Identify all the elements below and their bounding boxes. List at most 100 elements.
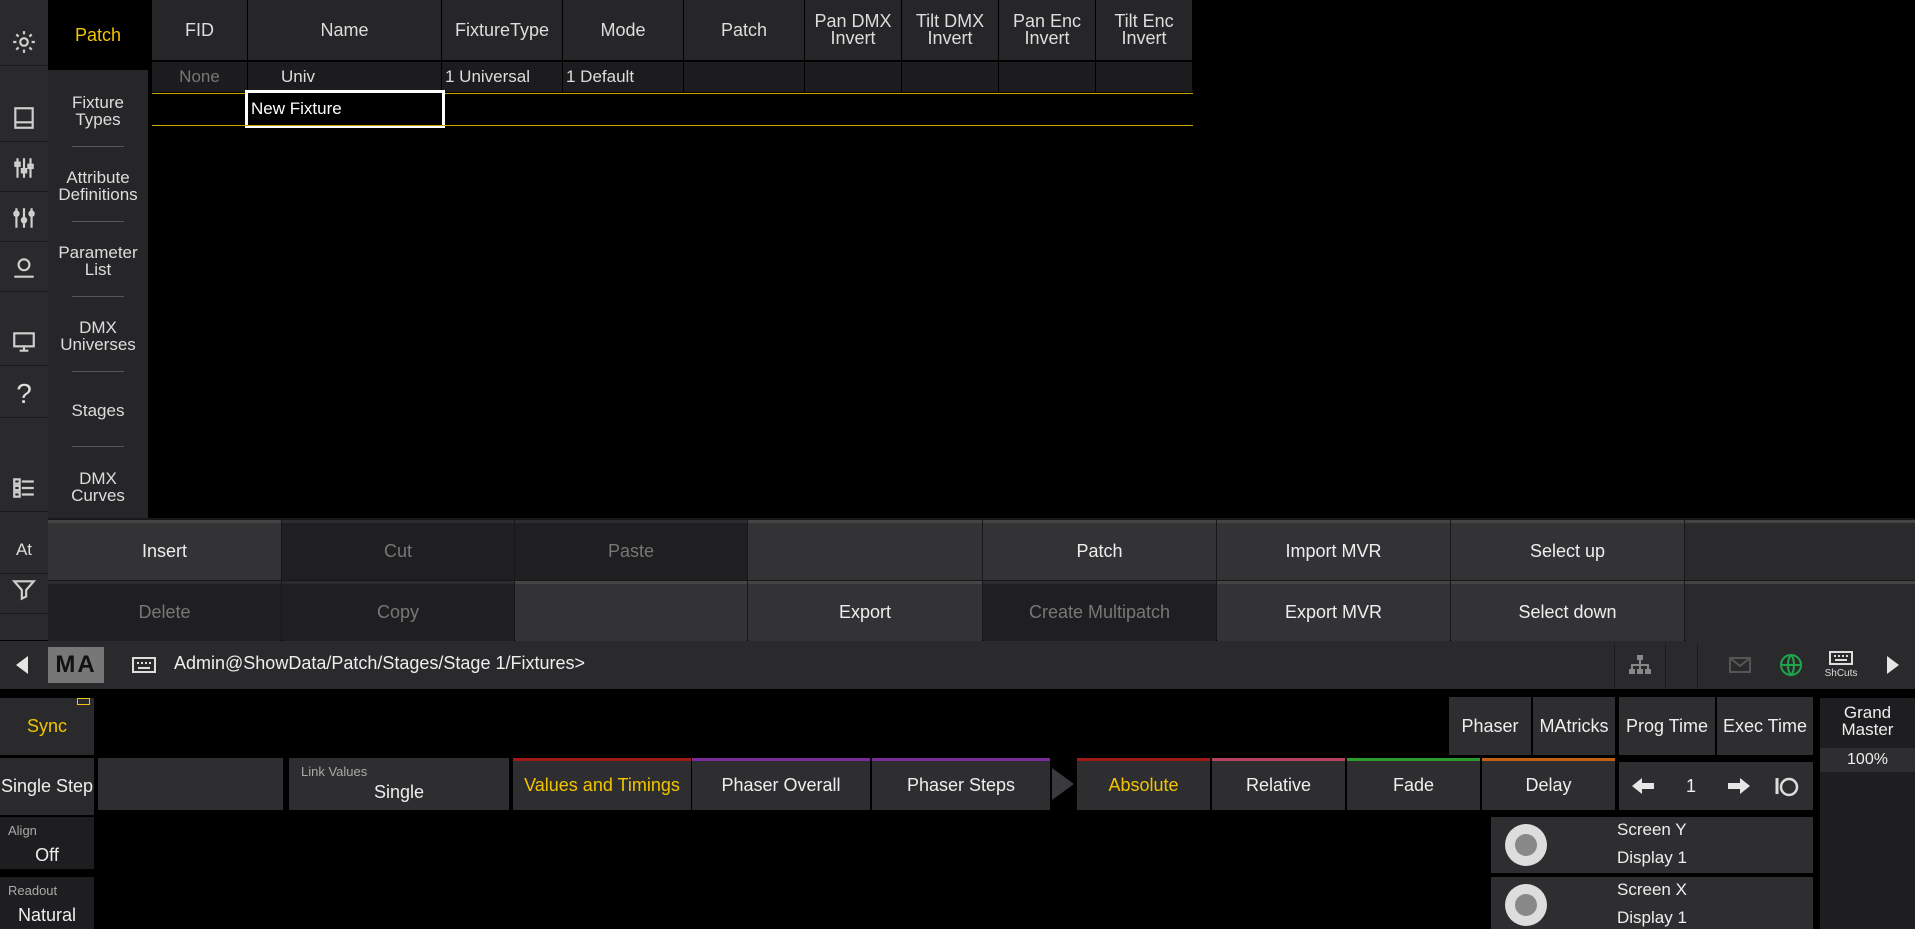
encoder-title: Screen X — [1617, 880, 1687, 899]
column-header-tilt-dmx-invert[interactable]: Tilt DMX Invert — [902, 0, 999, 60]
insert-button[interactable]: Insert — [48, 520, 281, 580]
column-header-mode[interactable]: Mode — [563, 0, 684, 60]
grand-master-fader[interactable]: Grand Master 100% — [1820, 698, 1915, 929]
network-globe-icon[interactable] — [1766, 643, 1816, 687]
delay-tab[interactable]: Delay — [1482, 758, 1615, 810]
empty-command-slot — [1685, 520, 1915, 580]
menu-parameter-list[interactable]: Parameter List — [52, 225, 144, 297]
sync-button[interactable]: Sync — [0, 698, 94, 755]
monitor-icon[interactable] — [0, 318, 48, 366]
cell-tilt-enc-invert[interactable] — [1096, 62, 1193, 92]
cell-tilt-dmx-invert[interactable] — [902, 62, 999, 92]
patch-menu-title[interactable]: Patch — [48, 0, 148, 70]
filter-icon[interactable] — [0, 566, 48, 614]
empty-dropdown[interactable] — [98, 758, 283, 810]
column-header-fid[interactable]: FID — [152, 0, 248, 60]
arrow-separator-icon — [1052, 768, 1074, 800]
import-mvr-button[interactable]: Import MVR — [1217, 520, 1450, 580]
encoder-screen-x[interactable]: Screen X Display 1 — [1491, 877, 1813, 929]
matricks-button[interactable]: MAtricks — [1533, 697, 1615, 755]
ma-logo[interactable]: MA — [48, 647, 104, 683]
menu-divider — [72, 371, 124, 372]
select-up-button[interactable]: Select up — [1451, 520, 1684, 580]
empty-command-button[interactable] — [515, 581, 747, 641]
menu-stages[interactable]: Stages — [52, 374, 144, 446]
shortcuts-button[interactable]: ShCuts — [1816, 643, 1866, 687]
values-and-timings-tab[interactable]: Values and Timings — [513, 758, 691, 810]
message-envelope-icon[interactable] — [1715, 643, 1765, 687]
create-multipatch-button[interactable]: Create Multipatch — [983, 581, 1216, 641]
step-forward-arrow-icon[interactable] — [1717, 765, 1761, 807]
encoder-knob-icon — [1505, 824, 1547, 866]
column-header-name[interactable]: Name — [248, 0, 442, 60]
shortcuts-keyboard-icon — [1829, 651, 1853, 665]
column-header-patch[interactable]: Patch — [684, 0, 805, 60]
phaser-button[interactable]: Phaser — [1449, 697, 1531, 755]
align-control[interactable]: Align Off — [0, 817, 94, 869]
layout-icon[interactable] — [0, 94, 48, 142]
export-button[interactable]: Export — [748, 581, 982, 641]
shortcuts-label: ShCuts — [1824, 668, 1858, 679]
delete-button[interactable]: Delete — [48, 581, 281, 641]
step-number[interactable]: 1 — [1667, 765, 1715, 807]
grand-master-value: 100% — [1820, 748, 1915, 772]
user-icon[interactable] — [0, 244, 48, 292]
empty-command-button[interactable] — [748, 520, 982, 580]
readout-value: Natural — [17, 905, 77, 925]
menu-fixture-types[interactable]: Fixture Types — [52, 75, 144, 147]
cell-mode[interactable]: 1 Default — [563, 62, 684, 92]
prog-time-button[interactable]: Prog Time — [1619, 697, 1715, 755]
cell-name[interactable]: Univ — [248, 62, 442, 92]
patch-button[interactable]: Patch — [983, 520, 1216, 580]
list-view-icon[interactable] — [0, 464, 48, 512]
encoder-screen-y[interactable]: Screen Y Display 1 — [1491, 817, 1813, 873]
fade-tab[interactable]: Fade — [1347, 758, 1480, 810]
settings-gear-icon[interactable] — [0, 18, 48, 66]
copy-button[interactable]: Copy — [282, 581, 514, 641]
new-fixture-name-input[interactable]: New Fixture — [245, 90, 445, 128]
mixer-icon[interactable] — [0, 194, 48, 242]
empty-command-slot — [1685, 581, 1915, 641]
column-header-tilt-enc-invert[interactable]: Tilt Enc Invert — [1096, 0, 1193, 60]
step-reset-icon[interactable] — [1765, 765, 1809, 807]
cell-pan-dmx-invert[interactable] — [805, 62, 902, 92]
phaser-overall-tab[interactable]: Phaser Overall — [692, 758, 870, 810]
column-header-fixturetype[interactable]: FixtureType — [442, 0, 563, 60]
single-step-button[interactable]: Single Step — [0, 758, 94, 815]
cell-fixturetype[interactable]: 1 Universal — [442, 62, 563, 92]
menu-divider — [72, 296, 124, 297]
phaser-steps-tab[interactable]: Phaser Steps — [872, 758, 1050, 810]
readout-label: Readout — [8, 883, 58, 898]
column-header-pan-dmx-invert[interactable]: Pan DMX Invert — [805, 0, 902, 60]
help-icon[interactable]: ? — [0, 370, 48, 418]
scroll-left-arrow-icon[interactable] — [0, 641, 44, 689]
step-back-arrow-icon[interactable] — [1621, 765, 1665, 807]
menu-dmx-curves[interactable]: DMX Curves — [52, 451, 144, 523]
export-mvr-button[interactable]: Export MVR — [1217, 581, 1450, 641]
readout-control[interactable]: Readout Natural — [0, 877, 94, 929]
cut-button[interactable]: Cut — [282, 520, 514, 580]
menu-dmx-universes[interactable]: DMX Universes — [52, 300, 144, 372]
link-values-dropdown[interactable]: Link Values Single — [289, 758, 509, 810]
relative-tab[interactable]: Relative — [1212, 758, 1345, 810]
select-down-button[interactable]: Select down — [1451, 581, 1684, 641]
absolute-tab[interactable]: Absolute — [1077, 758, 1210, 810]
faders-icon[interactable] — [0, 144, 48, 192]
icon-sidebar: ? At — [0, 0, 48, 640]
sync-indicator — [77, 698, 90, 705]
encoder-knob-icon — [1505, 884, 1547, 926]
menu-attribute-definitions[interactable]: Attribute Definitions — [52, 150, 144, 222]
cell-pan-enc-invert[interactable] — [999, 62, 1096, 92]
column-header-pan-enc-invert[interactable]: Pan Enc Invert — [999, 0, 1096, 60]
network-tree-icon[interactable] — [1615, 643, 1665, 687]
keyboard-icon[interactable] — [131, 655, 157, 675]
cell-fid[interactable]: None — [152, 62, 248, 92]
exec-time-button[interactable]: Exec Time — [1717, 697, 1813, 755]
scroll-right-arrow-icon[interactable] — [1870, 641, 1915, 689]
paste-button[interactable]: Paste — [515, 520, 747, 580]
row-divider — [152, 125, 1193, 126]
cell-patch[interactable] — [684, 62, 805, 92]
command-line-input[interactable]: Admin@ShowData/Patch/Stages/Stage 1/Fixt… — [174, 653, 585, 677]
menu-divider — [72, 146, 124, 147]
align-value: Off — [35, 845, 59, 865]
